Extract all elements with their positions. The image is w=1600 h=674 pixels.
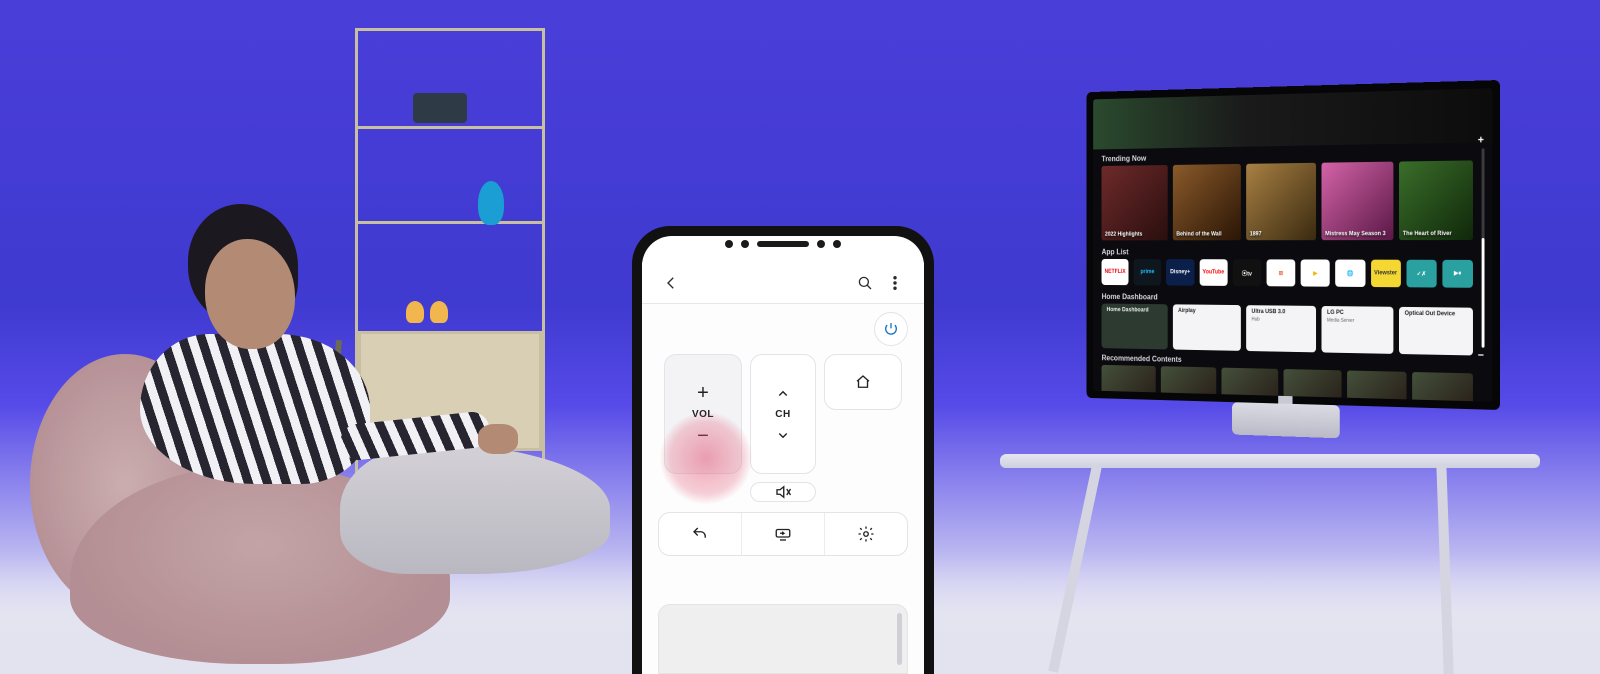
card-subtitle: Hub [1251, 317, 1310, 324]
card-subtitle [1107, 315, 1163, 316]
power-icon [883, 321, 899, 337]
tv-recommended-tile[interactable] [1412, 372, 1473, 402]
home-button[interactable] [824, 354, 902, 410]
tv-recommended-tile[interactable] [1347, 370, 1406, 401]
volume-up[interactable]: + [697, 383, 709, 403]
channel-rocker[interactable]: CH [750, 354, 816, 474]
undo-icon [691, 525, 709, 543]
remote-key-grid: + VOL − CH [642, 350, 924, 512]
back-button[interactable] [656, 268, 686, 298]
person-with-phone [80, 184, 540, 604]
tv-recommended-tile[interactable] [1222, 368, 1279, 398]
tv-app-tile[interactable]: NETFLIX [1102, 259, 1129, 285]
tv-dashboard-card[interactable]: Airplay [1173, 304, 1241, 351]
tv-row-dashboard: Home DashboardAirplayUltra USB 3.0HubLG … [1102, 304, 1473, 356]
tv-trending-tile[interactable]: 1897 [1246, 163, 1316, 240]
card-title: Optical Out Device [1405, 311, 1468, 318]
volume-rocker[interactable]: + VOL − [664, 354, 742, 474]
card-title: Airplay [1178, 308, 1236, 314]
tv-dashboard-card[interactable]: Home Dashboard [1102, 304, 1168, 350]
card-title: Home Dashboard [1107, 307, 1163, 313]
volume-down[interactable]: − [697, 426, 709, 446]
tv-app-tile[interactable]: Viewster [1371, 260, 1401, 288]
tv-app-tile[interactable]: ✓✗ [1406, 260, 1436, 288]
tv-section-recommended-label: Recommended Contents [1102, 354, 1182, 364]
phone-screen: + VOL − CH [642, 236, 924, 674]
power-button[interactable] [874, 312, 908, 346]
home-icon [854, 373, 872, 391]
tv-app-tile[interactable]: prime [1134, 259, 1161, 285]
settings-button[interactable] [824, 513, 907, 555]
volume-label: VOL [692, 409, 714, 420]
smart-tv: Trending Now 2022 Highlights Behind of t… [1087, 80, 1500, 410]
back-arrow-icon [662, 274, 680, 292]
input-source-button[interactable] [741, 513, 824, 555]
card-subtitle: Media Server [1327, 318, 1388, 325]
scrollbar-thumb[interactable] [897, 613, 902, 665]
phone-notch [725, 240, 841, 248]
tv-app-tile[interactable]: ▶⏸ [1442, 260, 1473, 288]
tv-dashboard-card[interactable]: Ultra USB 3.0Hub [1246, 305, 1316, 352]
settings-gear-icon [857, 525, 875, 543]
tv-app-tile[interactable]: ⦿tv [1233, 259, 1261, 286]
tv-row-trending: 2022 Highlights Behind of the Wall 1897 … [1102, 160, 1473, 240]
tv-dashboard-card[interactable]: Optical Out Device [1399, 307, 1473, 356]
tv-recommended-tile[interactable] [1284, 369, 1342, 399]
more-vertical-icon [886, 274, 904, 292]
scene-root: Trending Now 2022 Highlights Behind of t… [0, 0, 1600, 674]
remote-panel: + VOL − CH [642, 304, 924, 674]
tv-section-dashboard-label: Home Dashboard [1102, 292, 1158, 301]
mute-icon [774, 483, 792, 501]
tv-recommended-tile[interactable] [1102, 365, 1156, 394]
card-subtitle [1405, 319, 1468, 320]
tv-app-tile[interactable]: ▶ [1301, 259, 1330, 286]
touchpad-area[interactable] [658, 604, 908, 674]
tv-trending-tile[interactable]: Behind of the Wall [1173, 164, 1241, 240]
smartphone: + VOL − CH [632, 226, 934, 674]
card-title: Ultra USB 3.0 [1251, 309, 1310, 316]
decor-box [413, 93, 467, 123]
tv-recommended-tile[interactable] [1161, 366, 1216, 396]
chevron-down-icon [774, 426, 792, 444]
undo-button[interactable] [659, 513, 741, 555]
app-bar [642, 262, 924, 304]
tv-trending-tile[interactable]: The Heart of River [1399, 160, 1473, 240]
tv-section-trending-label: Trending Now [1102, 154, 1147, 163]
card-title: LG PC [1327, 310, 1388, 317]
tv-app-tile[interactable]: Disney+ [1166, 259, 1194, 286]
utility-bar [658, 512, 908, 556]
tv-app-tile[interactable]: YouTube [1199, 259, 1227, 286]
tv-app-tile[interactable]: ⊞ [1267, 259, 1296, 286]
card-subtitle [1178, 316, 1236, 317]
tv-trending-tile[interactable]: Mistress May Season 3 [1322, 162, 1394, 241]
input-source-icon [774, 525, 792, 543]
tv-row-apps: NETFLIXprimeDisney+YouTube⦿tv⊞▶🌐Viewster… [1102, 259, 1473, 288]
tv-screen: Trending Now 2022 Highlights Behind of t… [1093, 88, 1492, 402]
chevron-up-icon [774, 385, 792, 403]
more-button[interactable] [880, 268, 910, 298]
tv-app-tile[interactable]: 🌐 [1335, 260, 1365, 287]
channel-label: CH [775, 409, 790, 420]
tv-trending-tile[interactable]: 2022 Highlights [1102, 165, 1168, 240]
desk [1000, 414, 1540, 674]
mute-button[interactable] [750, 482, 816, 502]
tv-section-apps-label: App List [1102, 248, 1129, 256]
search-icon [856, 274, 874, 292]
search-button[interactable] [850, 268, 880, 298]
tv-hero-banner [1093, 88, 1492, 149]
tv-volume-osd [1482, 148, 1485, 347]
tv-dashboard-card[interactable]: LG PCMedia Server [1322, 306, 1394, 354]
